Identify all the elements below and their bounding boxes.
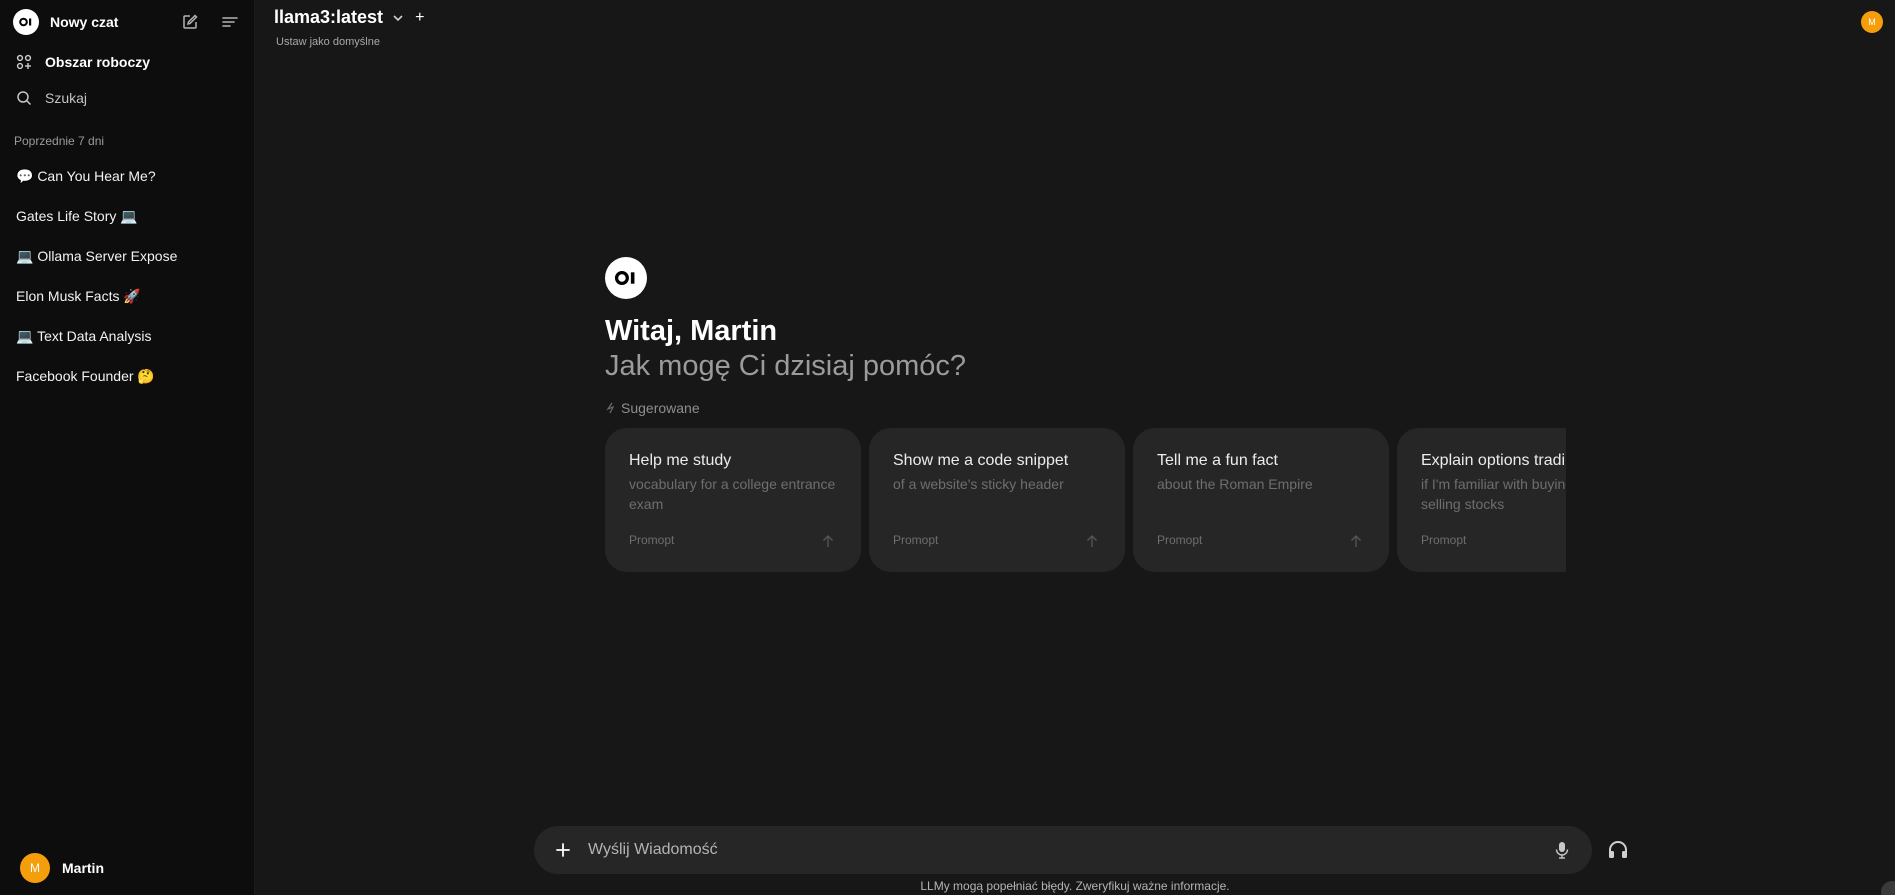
app-root: Nowy czat Obszar roboczy Szukaj Poprzedn… [0, 0, 1895, 895]
suggestion-subtitle: if I'm familiar with buying and selling … [1421, 476, 1566, 512]
greeting-title: Witaj, Martin [605, 315, 778, 347]
sidebar-item-workspace[interactable]: Obszar roboczy [0, 44, 254, 80]
suggestion-card[interactable]: Explain options trading if I'm familiar … [1397, 428, 1566, 572]
chat-history-item[interactable]: Gates Life Story 💻 [0, 196, 254, 236]
suggestion-subtitle: of a website's sticky header [893, 476, 1064, 492]
arrow-up-icon [1351, 535, 1361, 547]
suggestion-title: Tell me a fun fact [1157, 452, 1278, 469]
plus-attach-icon[interactable] [553, 840, 573, 860]
headphones-voice-mode-icon[interactable] [1607, 839, 1629, 861]
chat-history-item[interactable]: 💬 Can You Hear Me? [0, 156, 254, 196]
suggestion-footer: Promopt [1421, 533, 1467, 547]
set-as-default-link[interactable]: Ustaw jako domyślne [276, 36, 380, 48]
top-user-avatar[interactable]: M [1861, 11, 1883, 33]
suggestion-card[interactable]: Help me study vocabulary for a college e… [605, 428, 861, 572]
suggestion-card[interactable]: Show me a code snippet of a website's st… [869, 428, 1125, 572]
suggestion-title: Explain options trading [1421, 452, 1566, 469]
add-model-button[interactable]: + [415, 9, 424, 26]
user-menu-button[interactable]: M Martin [20, 853, 104, 883]
message-input[interactable] [588, 841, 1552, 859]
chat-history-item[interactable]: 💻 Text Data Analysis [0, 316, 254, 356]
user-name: Martin [62, 860, 104, 876]
workspace-grid-icon [16, 54, 32, 70]
model-selector: llama3:latest + [274, 7, 424, 28]
main-panel: llama3:latest + Ustaw jako domyślne M Wi… [255, 0, 1895, 895]
disclaimer-text: LLMy mogą popełniać błędy. Zweryfikuj wa… [920, 879, 1230, 893]
suggestion-subtitle: about the Roman Empire [1157, 476, 1313, 492]
sidebar-item-label: Obszar roboczy [45, 54, 151, 70]
chevron-down-icon[interactable] [391, 11, 405, 25]
section-label-previous-7-days: Poprzednie 7 dni [14, 134, 105, 148]
bolt-icon [606, 402, 615, 414]
chat-history-item[interactable]: 💻 Ollama Server Expose [0, 236, 254, 276]
sidebar-header: Nowy czat [0, 0, 254, 44]
new-chat-link[interactable]: Nowy czat [50, 14, 161, 30]
microphone-icon[interactable] [1552, 840, 1572, 860]
suggested-label: Sugerowane [605, 400, 966, 416]
message-composer [534, 826, 1592, 874]
openwebui-logo-icon[interactable] [13, 9, 39, 35]
arrow-up-icon [823, 535, 833, 547]
suggested-label-text: Sugerowane [621, 400, 700, 416]
sidebar-item-search[interactable]: Szukaj [0, 80, 254, 116]
suggestion-title: Show me a code snippet [893, 452, 1069, 469]
model-selector-button[interactable]: llama3:latest [274, 7, 383, 28]
chat-history-item[interactable]: Facebook Founder 🤔 [0, 356, 254, 396]
suggestion-footer: Promopt [1157, 533, 1203, 547]
search-icon [17, 91, 32, 106]
suggestion-card[interactable]: Tell me a fun fact about the Roman Empir… [1133, 428, 1389, 572]
arrow-up-icon [1087, 535, 1097, 547]
openwebui-logo-icon [605, 257, 647, 299]
suggestion-footer: Promopt [629, 533, 675, 547]
suggestion-title: Help me study [629, 452, 732, 469]
chat-history-list: 💬 Can You Hear Me? Gates Life Story 💻 💻 … [0, 156, 254, 396]
suggestion-footer: Promopt [893, 533, 939, 547]
sidebar-toggle-menu-icon[interactable] [219, 11, 241, 33]
greeting-subtitle: Jak mogę Ci dzisiaj pomóc? [605, 350, 967, 382]
suggestion-cards: Help me study vocabulary for a college e… [605, 428, 1566, 572]
welcome-section: Witaj, Martin Jak mogę Ci dzisiaj pomóc?… [605, 257, 966, 416]
suggestion-subtitle: vocabulary for a college entrance exam [629, 476, 836, 512]
new-chat-edit-icon[interactable] [179, 11, 201, 33]
sidebar-item-label: Szukaj [45, 90, 88, 106]
user-avatar: M [20, 853, 50, 883]
chat-history-item[interactable]: Elon Musk Facts 🚀 [0, 276, 254, 316]
sidebar: Nowy czat Obszar roboczy Szukaj Poprzedn… [0, 0, 255, 895]
